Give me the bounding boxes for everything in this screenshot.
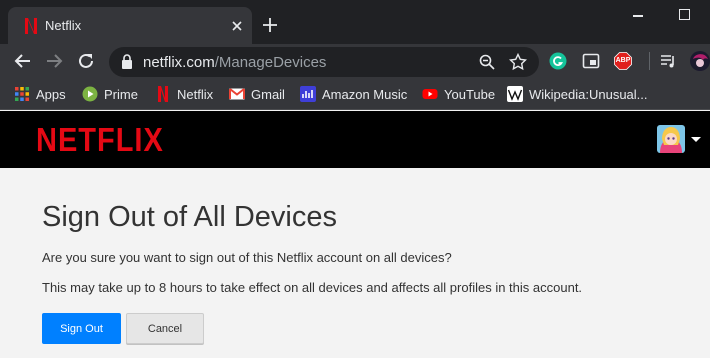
profile-avatar[interactable] [657,125,685,153]
bookmark-amazon-music[interactable]: Amazon Music [300,84,407,104]
reload-icon[interactable] [77,52,95,70]
browser-tab-netflix[interactable]: Netflix [8,7,252,44]
page-title: Sign Out of All Devices [42,201,337,233]
bookmark-label: Gmail [251,86,285,102]
bookmark-label: Apps [36,86,66,102]
bookmark-label: YouTube [444,86,496,102]
grammarly-extension-icon[interactable] [549,52,567,70]
bookmark-label: Prime [104,86,138,102]
browser-toolbar: netflix.com/ManageDevices ABP [0,44,710,78]
bookmark-apps[interactable]: Apps [14,84,66,104]
picture-in-picture-extension-icon[interactable] [582,52,600,70]
profile-dropdown-caret-icon[interactable] [691,137,701,142]
effect-note: This may take up to 8 hours to take effe… [42,280,583,295]
maximize-window-button[interactable] [679,9,690,20]
bookmark-youtube[interactable]: YouTube [422,84,495,104]
browser-tab-strip: Netflix [0,0,710,44]
toolbar-divider [649,52,650,70]
bookmark-gmail[interactable]: Gmail [229,84,285,104]
cancel-button[interactable]: Cancel [126,313,204,344]
gmail-icon [229,88,245,100]
media-playlist-icon[interactable] [659,52,677,70]
lock-icon[interactable] [121,54,133,69]
bookmark-label: Amazon Music [322,86,408,102]
netflix-header: NETFLIX [0,111,710,168]
url-path: /ManageDevices [214,54,327,71]
wikipedia-icon [507,86,523,102]
bookmark-prime[interactable]: Prime [82,84,138,104]
bookmarks-bar: Apps Prime Netflix Gmail Amazon Music Yo… [0,78,710,110]
bookmark-wikipedia[interactable]: Wikipedia:Unusual... [507,84,648,104]
youtube-icon [422,89,438,99]
zoom-search-icon[interactable] [478,53,496,71]
prime-video-icon [82,86,98,102]
sign-out-button[interactable]: Sign Out [42,313,121,344]
apps-grid-icon [15,87,29,101]
netflix-logo[interactable]: NETFLIX [36,122,164,160]
bookmark-label: Wikipedia:Unusual... [529,86,648,102]
forward-arrow-icon[interactable] [45,52,63,70]
url-text[interactable]: netflix.com/ManageDevices [143,54,326,71]
netflix-favicon-icon [25,18,37,34]
minimize-window-button[interactable] [633,15,643,17]
adblock-plus-extension-icon[interactable]: ABP [614,52,632,70]
netflix-icon [158,86,168,102]
adblock-label: ABP [615,57,631,64]
profile-avatar-icon[interactable] [689,50,710,72]
tab-title: Netflix [45,18,82,33]
new-tab-icon[interactable] [262,17,278,33]
bookmark-star-icon[interactable] [509,53,527,71]
bookmark-netflix[interactable]: Netflix [155,84,213,104]
amazon-music-icon [300,86,316,102]
manage-devices-content: Sign Out of All Devices Are you sure you… [0,168,710,358]
url-domain: netflix.com [143,54,215,71]
address-bar[interactable]: netflix.com/ManageDevices [109,47,539,77]
bookmark-label: Netflix [177,86,214,102]
confirmation-question: Are you sure you want to sign out of thi… [42,250,452,265]
back-arrow-icon[interactable] [14,52,32,70]
close-tab-icon[interactable] [229,18,245,34]
